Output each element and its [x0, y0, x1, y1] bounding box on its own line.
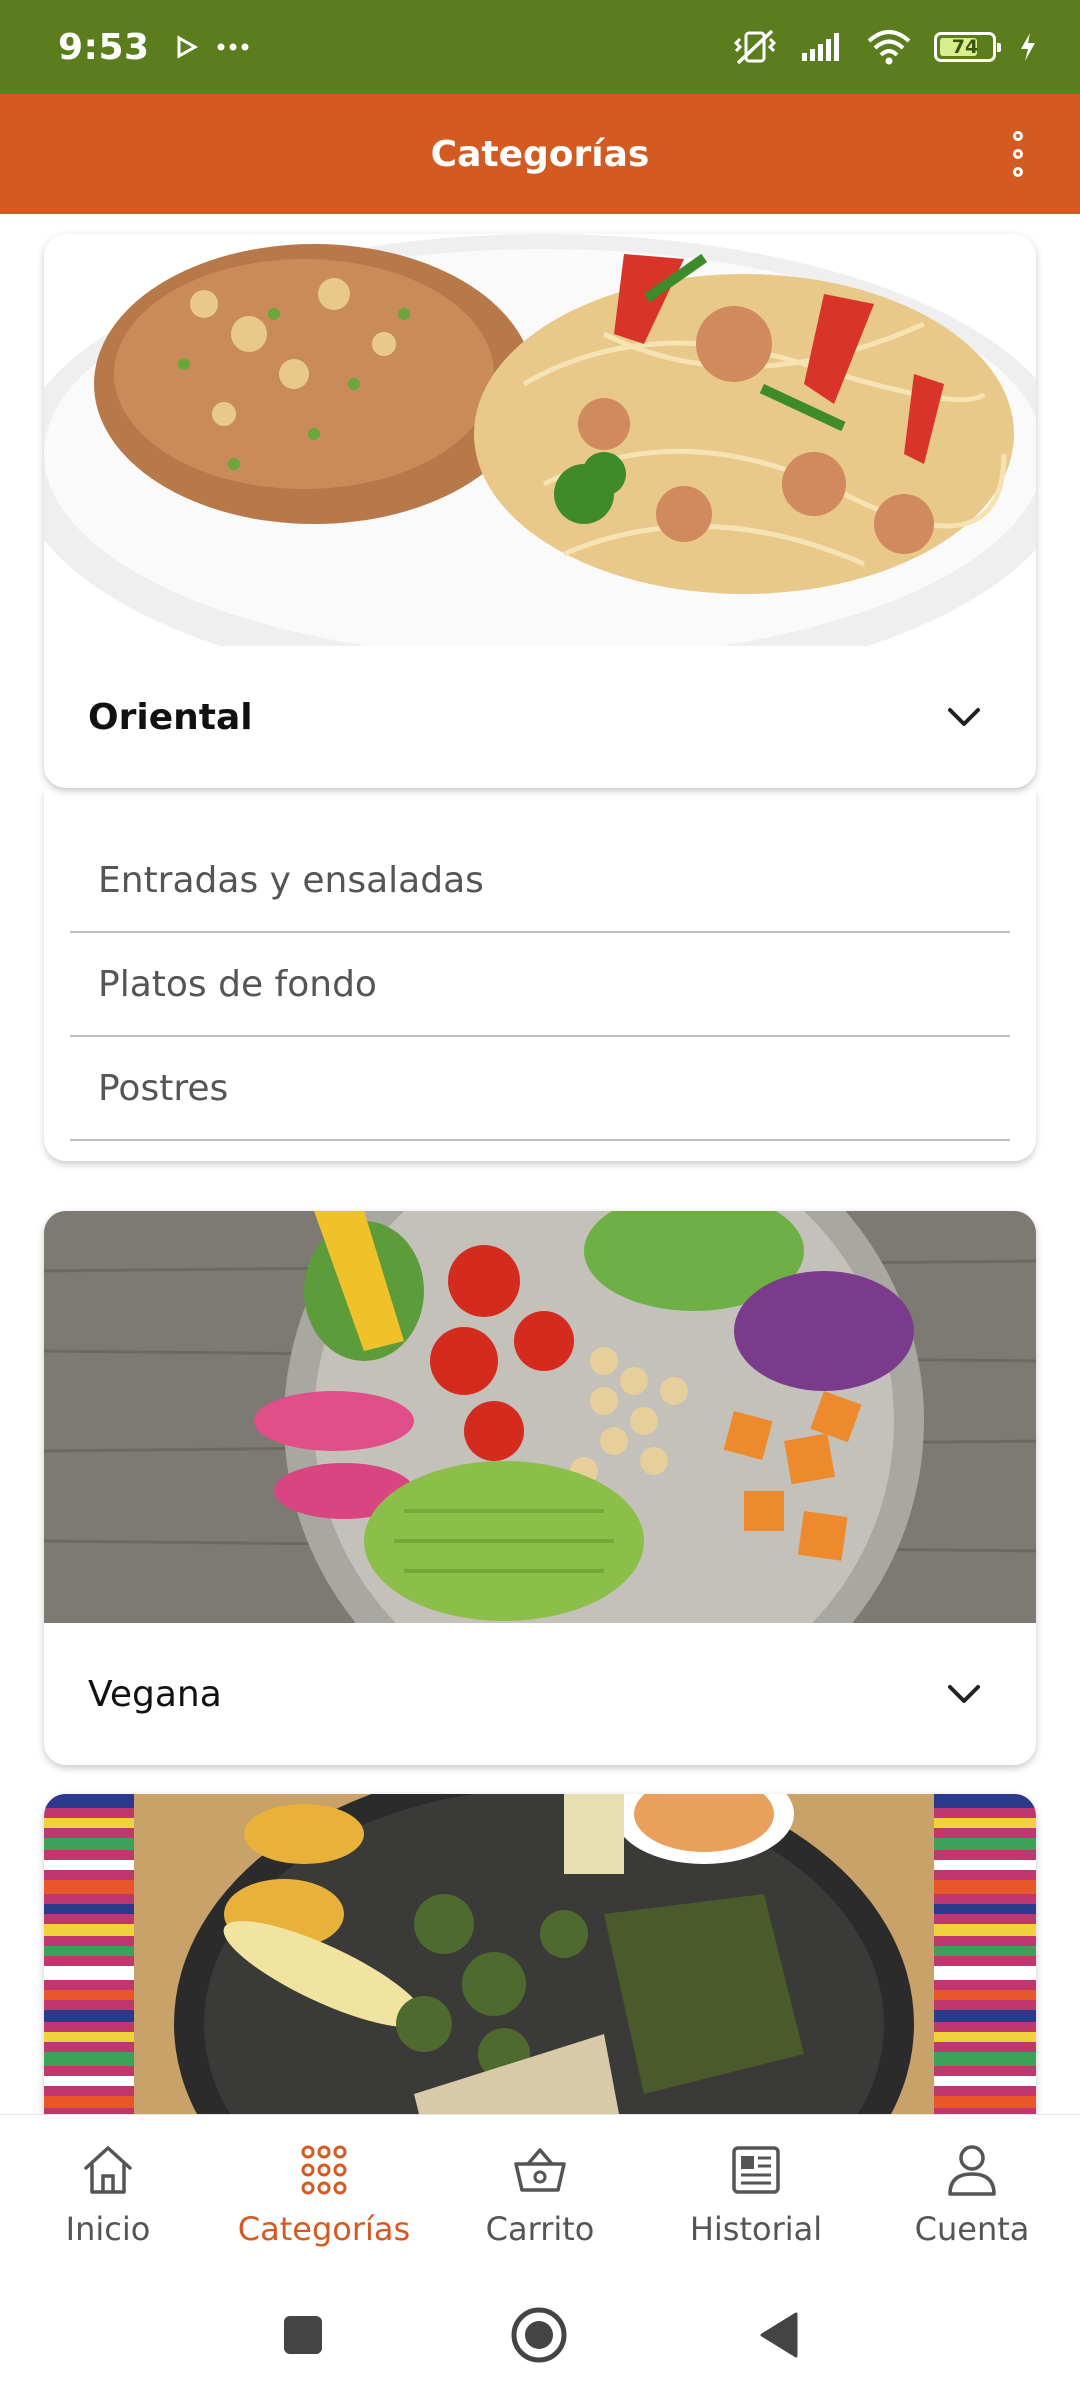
category-card-oriental[interactable]: Oriental: [44, 234, 1036, 788]
grid-dots-icon: [301, 2145, 347, 2194]
charging-icon: [1021, 33, 1035, 61]
overflow-dot: [1013, 167, 1023, 177]
nav-item-carrito[interactable]: Carrito: [432, 2115, 648, 2272]
app-bar: Categorías: [0, 94, 1080, 214]
nav-item-cuenta[interactable]: Cuenta: [864, 2115, 1080, 2272]
basket-icon: [514, 2147, 566, 2192]
subcategory-item[interactable]: Platos de fondo: [70, 933, 1010, 1037]
status-time: 9:53: [58, 26, 150, 68]
home-button[interactable]: [506, 2302, 572, 2368]
andean-food-image: [44, 1794, 1036, 2114]
oriental-food-image: [44, 234, 1036, 646]
system-nav-bar: [0, 2272, 1080, 2400]
battery-percent: 74: [951, 36, 979, 58]
subcategory-item[interactable]: Postres: [70, 1037, 1010, 1141]
nav-label: Cuenta: [914, 2209, 1030, 2248]
recents-button[interactable]: [270, 2302, 336, 2368]
overflow-dot: [1013, 149, 1023, 159]
home-icon: [84, 2145, 132, 2194]
nav-item-inicio[interactable]: Inicio: [0, 2115, 216, 2272]
wifi-icon: [867, 30, 911, 65]
newspaper-icon: [732, 2145, 780, 2194]
circle-home-icon: [511, 2307, 567, 2363]
nav-label: Inicio: [65, 2209, 151, 2248]
chevron-down-icon[interactable]: [940, 693, 988, 741]
category-list[interactable]: Entradas y ensaladas Platos de fondo Pos…: [0, 214, 1080, 2114]
overflow-menu-icon: [1013, 131, 1023, 141]
nav-item-historial[interactable]: Historial: [648, 2115, 864, 2272]
square-icon: [284, 2316, 322, 2354]
chevron-down-icon[interactable]: [940, 1670, 988, 1718]
category-title: Vegana: [88, 1673, 222, 1715]
mute-vibrate-icon: [733, 29, 777, 65]
vegan-food-image: [44, 1211, 1036, 1623]
person-icon: [948, 2144, 996, 2196]
category-title: Oriental: [88, 696, 253, 738]
subcategory-item[interactable]: Entradas y ensaladas: [70, 829, 1010, 933]
category-card-vegana[interactable]: Vegana: [44, 1211, 1036, 1765]
more-dots-icon: [217, 43, 249, 51]
status-left-icons: [176, 35, 250, 59]
nav-label: Categorías: [237, 2209, 411, 2248]
category-card-3[interactable]: [44, 1794, 1036, 2114]
nav-label: Carrito: [485, 2209, 595, 2248]
back-button[interactable]: [746, 2302, 812, 2368]
category-header[interactable]: Vegana: [44, 1623, 1036, 1765]
nav-label: Historial: [689, 2209, 823, 2248]
overflow-menu-button[interactable]: [988, 124, 1048, 184]
page-title: Categorías: [430, 133, 650, 175]
screen: 9:53 74 Categorías Entradas y ensaladas …: [0, 0, 1080, 2400]
battery-icon: 74: [934, 32, 1001, 62]
subcategory-panel: Entradas y ensaladas Platos de fondo Pos…: [44, 789, 1036, 1161]
play-icon: [177, 35, 198, 59]
nav-item-categorias[interactable]: Categorías: [216, 2115, 432, 2272]
status-bar: 9:53 74: [0, 0, 1080, 94]
signal-icon: [802, 33, 839, 61]
category-header[interactable]: Oriental: [44, 646, 1036, 788]
triangle-back-icon: [760, 2312, 798, 2358]
status-right-icons: 74: [732, 27, 1038, 67]
bottom-nav: Inicio Categorías Carrito Historial Cuen…: [0, 2114, 1080, 2272]
